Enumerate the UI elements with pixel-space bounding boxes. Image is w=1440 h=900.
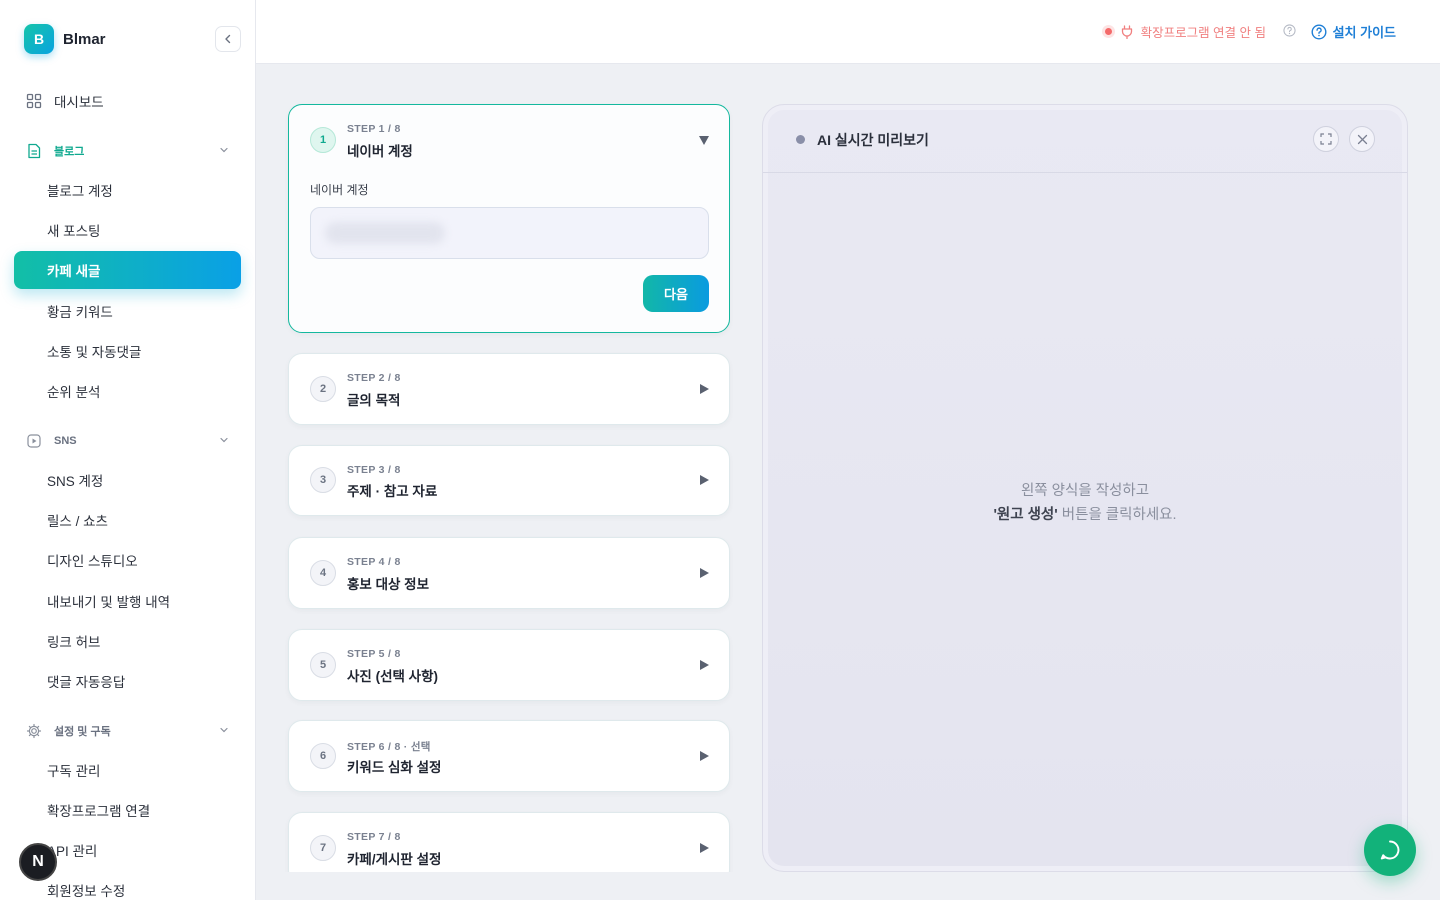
caret-right-icon [700, 475, 709, 485]
close-button[interactable] [1349, 126, 1375, 152]
step-meta: STEP 7 / 8 [347, 831, 401, 843]
section-label: SNS [54, 435, 77, 447]
sidebar-item-cafe-new-post[interactable]: 카페 새글 [14, 251, 241, 289]
preview-message-line2: '원고 생성' 버튼을 클릭하세요. [763, 503, 1407, 527]
step-card-2[interactable]: 2 STEP 2 / 8 글의 목적 [288, 353, 730, 425]
preview-message-line1: 왼쪽 양식을 작성하고 [1020, 483, 1150, 499]
caret-right-icon [700, 843, 709, 853]
sidebar-item-extension-connect[interactable]: 확장프로그램 연결 [14, 791, 241, 829]
caret-right-icon [700, 384, 709, 394]
install-guide-link[interactable]: 설치 가이드 [1311, 22, 1396, 41]
section-label: 설정 및 구독 [54, 726, 111, 738]
grid-icon [25, 92, 43, 110]
status-dot-icon [1104, 28, 1112, 35]
field-label: 네이버 계정 [310, 183, 369, 197]
plug-icon [1120, 24, 1134, 39]
step-meta: STEP 3 / 8 [347, 464, 401, 476]
step-number: 5 [310, 652, 336, 678]
sidebar-item-link-hub[interactable]: 링크 허브 [14, 622, 241, 660]
brand-logo: B [24, 24, 54, 54]
preview-header: AI 실시간 미리보기 [763, 105, 1407, 173]
play-square-icon [26, 433, 42, 449]
section-blog[interactable]: 블로그 [14, 136, 241, 166]
step-card-1[interactable]: 1 STEP 1 / 8 네이버 계정 네이버 계정 다음 [288, 104, 730, 333]
step-card-4[interactable]: 4 STEP 4 / 8 홍보 대상 정보 [288, 537, 730, 609]
step-card-5[interactable]: 5 STEP 5 / 8 사진 (선택 사항) [288, 629, 730, 701]
step-title: 카페/게시판 설정 [347, 852, 442, 867]
step-card-3[interactable]: 3 STEP 3 / 8 주제 · 참고 자료 [288, 445, 730, 516]
sidebar-item-dashboard[interactable]: 대시보드 [14, 82, 241, 120]
step-number: 4 [310, 560, 336, 586]
brand[interactable]: B Blmar [24, 24, 106, 54]
naver-account-field[interactable] [310, 207, 709, 259]
step-meta: STEP 2 / 8 [347, 372, 401, 384]
section-sns[interactable]: SNS [14, 426, 241, 456]
sidebar-item-comment-autoreply[interactable]: 댓글 자동응답 [14, 662, 241, 700]
step-title: 주제 · 참고 자료 [347, 484, 438, 499]
sidebar-item-auto-comment[interactable]: 소통 및 자동댓글 [14, 332, 241, 370]
collapse-sidebar-button[interactable] [215, 26, 241, 52]
topbar: 확장프로그램 연결 안 됨 설치 가이드 [256, 0, 1440, 64]
step-number: 3 [310, 467, 336, 493]
step-meta: STEP 6 / 8 · 선택 [347, 741, 431, 753]
step-number: 1 [310, 127, 336, 153]
generate-draft-emphasis: '원고 생성' [993, 507, 1058, 523]
question-circle-icon [1311, 23, 1327, 40]
close-icon [1357, 134, 1367, 144]
sidebar-item-subscription[interactable]: 구독 관리 [14, 751, 241, 789]
step-title: 네이버 계정 [347, 144, 413, 159]
step-title: 홍보 대상 정보 [347, 577, 430, 592]
chevron-down-icon [220, 727, 228, 733]
sidebar-item-golden-keyword[interactable]: 황금 키워드 [14, 292, 241, 330]
redacted-value [325, 222, 445, 244]
step-number: 7 [310, 835, 336, 861]
document-icon [26, 143, 42, 159]
sidebar-item-reels-shorts[interactable]: 릴스 / 쇼츠 [14, 501, 241, 539]
sidebar-item-new-post[interactable]: 새 포스팅 [14, 211, 241, 249]
ai-preview-panel: AI 실시간 미리보기 왼쪽 양식을 작성하고 '원고 생성' 버튼을 클릭하세… [762, 104, 1408, 872]
avatar[interactable]: N [19, 843, 57, 881]
expand-button[interactable] [1313, 126, 1339, 152]
section-label: 블로그 [54, 146, 85, 158]
next-button[interactable]: 다음 [643, 275, 709, 312]
caret-down-icon[interactable] [699, 136, 709, 145]
step-number: 2 [310, 376, 336, 402]
sidebar-item-sns-account[interactable]: SNS 계정 [14, 461, 241, 499]
step-meta: STEP 5 / 8 [347, 648, 401, 660]
gear-icon [26, 723, 42, 739]
preview-message-rest: 버튼을 클릭하세요. [1057, 507, 1177, 523]
step-meta: STEP 4 / 8 [347, 556, 401, 568]
chat-bubble-icon [1380, 840, 1400, 860]
install-guide-label: 설치 가이드 [1332, 25, 1396, 40]
sidebar: B Blmar 대시보드 블로그 블로그 계정 새 포스팅 카페 새글 황금 키… [0, 0, 256, 900]
step-title: 글의 목적 [347, 393, 401, 408]
chevron-down-icon [220, 437, 228, 443]
step-meta: STEP 1 / 8 [347, 123, 401, 135]
status-dot-icon [796, 135, 805, 144]
sidebar-item-export-history[interactable]: 내보내기 및 발행 내역 [14, 582, 241, 620]
preview-empty-message: 왼쪽 양식을 작성하고 '원고 생성' 버튼을 클릭하세요. [763, 479, 1407, 527]
sidebar-item-design-studio[interactable]: 디자인 스튜디오 [14, 541, 241, 579]
brand-name: Blmar [63, 30, 106, 48]
sidebar-item-blog-account[interactable]: 블로그 계정 [14, 171, 241, 209]
chevron-left-icon [225, 34, 231, 44]
expand-icon [1320, 133, 1332, 145]
caret-right-icon [700, 751, 709, 761]
chevron-down-icon [220, 147, 228, 153]
chat-button[interactable] [1364, 824, 1416, 876]
scroll-clip [280, 872, 740, 900]
help-circle-icon[interactable] [1283, 24, 1296, 42]
caret-right-icon [700, 660, 709, 670]
sidebar-item-rank-analysis[interactable]: 순위 분석 [14, 372, 241, 410]
caret-right-icon [700, 568, 709, 578]
extension-status-text: 확장프로그램 연결 안 됨 [1140, 26, 1266, 40]
step-number: 6 [310, 743, 336, 769]
step-card-6[interactable]: 6 STEP 6 / 8 · 선택 키워드 심화 설정 [288, 720, 730, 792]
step-title: 키워드 심화 설정 [347, 760, 442, 775]
extension-status[interactable]: 확장프로그램 연결 안 됨 [1104, 22, 1266, 41]
preview-title: AI 실시간 미리보기 [817, 132, 929, 148]
step-title: 사진 (선택 사항) [347, 669, 439, 684]
sidebar-item-label: 대시보드 [54, 95, 104, 110]
section-settings[interactable]: 설정 및 구독 [14, 716, 241, 746]
